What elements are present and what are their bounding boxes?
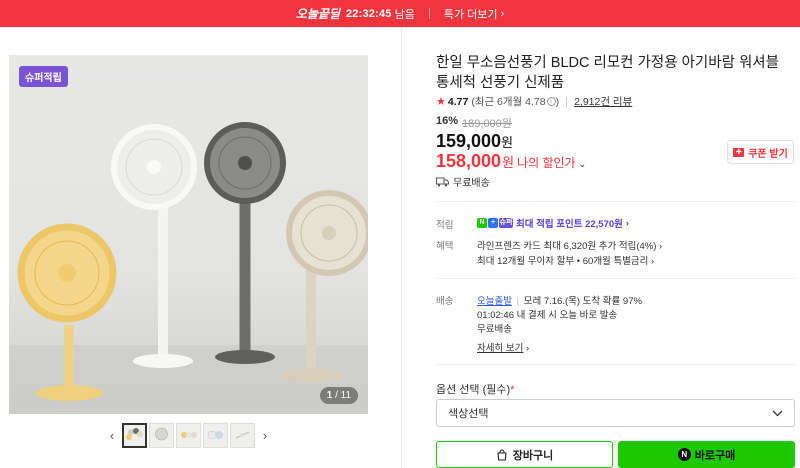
my-price-unit: 원 — [502, 155, 515, 170]
fan-thumbnail-icon — [207, 430, 223, 440]
rating-recent: (최근 6개월 4.78 — [471, 96, 546, 108]
sale-price-unit: 원 — [501, 135, 514, 150]
image-counter-current: 1 — [326, 390, 333, 401]
info-icon[interactable]: i — [546, 97, 556, 106]
badge-super: 슈퍼 — [499, 218, 513, 228]
benefit-installment-text: 최대 12개월 무이자 할부 • 60개월 특별금리 — [477, 256, 649, 267]
section-divider — [436, 201, 796, 202]
chevron-right-icon: › — [525, 343, 530, 354]
my-price-value: 158,000 — [436, 151, 502, 171]
badge-n: N — [477, 218, 487, 228]
my-discount-price[interactable]: 158,000 원 나의 할인가 ⌄ — [436, 151, 586, 172]
product-image-main[interactable]: 슈퍼적립 1 / 11 — [9, 55, 368, 414]
naver-n-icon: N — [677, 448, 691, 461]
delivery-eta: 오늘출발 | 모레 7.16.(목) 도착 확률 97% — [477, 293, 642, 307]
deal-more-label: 특가 더보기 — [443, 8, 498, 21]
color-select-value: 색상선택 — [448, 408, 489, 420]
rating-score: 4.77 — [447, 95, 469, 108]
chevron-right-icon[interactable]: › — [257, 423, 273, 448]
deal-timer: 22:32:45 — [345, 7, 392, 20]
points-link[interactable]: N + 슈퍼 최대 적립 포인트 22,570원 › — [477, 216, 629, 230]
super-points-badge: 슈퍼적립 — [19, 66, 68, 87]
product-photo-fans — [9, 122, 368, 414]
coupon-button[interactable]: ✚ 쿠폰 받기 — [727, 140, 794, 164]
discount-rate: 16% — [436, 115, 459, 127]
today-ship-link[interactable]: 오늘출발 — [477, 296, 512, 307]
cart-label: 장바구니 — [512, 449, 554, 462]
benefit-label: 혜택 — [436, 241, 454, 252]
delivery-label: 배송 — [436, 296, 454, 307]
chevron-down-icon: ⌄ — [578, 159, 587, 169]
shipping-text: 무료배송 — [453, 178, 490, 189]
rating-divider — [566, 96, 568, 107]
deal-timer-suffix: 남음 — [394, 8, 415, 21]
product-title: 한일 무소음선풍기 BLDC 리모컨 가정용 아기바람 워셔블 통세척 선풍기 … — [436, 55, 779, 91]
rating-recent-close: ) — [555, 95, 560, 108]
sale-price: 159,000원 — [436, 131, 513, 152]
fan-thumbnail-icon — [235, 431, 250, 439]
fan-thumbnail-icon — [126, 428, 143, 440]
rating-summary: ★ 4.77 (최근 6개월 4.78 i ) 2,912건 리뷰 — [436, 94, 632, 109]
delivery-details-link[interactable]: 자세히 보기 › — [477, 340, 529, 354]
section-divider — [436, 278, 796, 279]
deal-brand: 오늘끝딜 — [295, 7, 340, 21]
thumbnail-strip: ‹ › — [104, 423, 273, 448]
badge-plus: + — [488, 218, 498, 228]
thumbnail-2[interactable] — [149, 423, 174, 448]
shipping-info: 무료배송 — [436, 174, 490, 189]
delivery-free: 무료배송 — [477, 324, 512, 335]
section-divider — [436, 364, 796, 365]
chevron-right-icon: › — [625, 217, 630, 229]
deal-more-link[interactable]: 특가 더보기 › — [444, 6, 504, 22]
chevron-right-icon: › — [651, 256, 655, 267]
color-select[interactable]: 색상선택 — [436, 399, 795, 427]
delivery-details-text: 자세히 보기 — [477, 343, 524, 354]
truck-icon — [436, 177, 449, 186]
coupon-icon: ✚ — [733, 147, 745, 157]
image-counter-total: / 11 — [335, 390, 351, 401]
thumbnail-5[interactable] — [230, 423, 255, 448]
naver-plus-badge: N + 슈퍼 — [477, 218, 513, 228]
deal-banner: 오늘끝딜 22:32:45 남음 특가 더보기 › — [0, 0, 800, 27]
fan-thumbnail-icon — [181, 432, 197, 438]
chevron-right-icon: › — [500, 7, 505, 20]
delivery-divider: | — [516, 296, 520, 307]
benefit-card-link[interactable]: 라인프렌즈 카드 최대 6,320원 추가 적립(4%) › — [477, 238, 662, 252]
delivery-eta-text: 모레 7.16.(목) 도착 확률 97% — [523, 296, 642, 307]
buy-now-button[interactable]: N 바로구매 — [618, 441, 795, 468]
discount-row: 16% 189,000원 — [436, 115, 512, 131]
image-counter: 1 / 11 — [319, 387, 358, 404]
banner-divider — [428, 8, 430, 19]
shopping-bag-icon — [497, 448, 507, 461]
option-label: 옵션 선택 (필수)* — [436, 381, 514, 397]
original-price: 189,000원 — [462, 118, 512, 130]
benefit-installment-link[interactable]: 최대 12개월 무이자 할부 • 60개월 특별금리 › — [477, 253, 654, 267]
my-price-label: 나의 할인가 — [517, 156, 576, 170]
delivery-cutoff: 01:02:46 내 결제 시 오늘 바로 발송 — [477, 310, 618, 321]
star-icon: ★ — [436, 96, 446, 108]
sale-price-value: 159,000 — [436, 131, 502, 151]
points-text: 최대 적립 포인트 22,570원 — [516, 219, 623, 230]
option-label-text: 옵션 선택 (필수) — [436, 384, 511, 396]
review-count-link[interactable]: 2,912건 리뷰 — [574, 94, 632, 109]
chevron-left-icon[interactable]: ‹ — [104, 423, 120, 448]
fan-thumbnail-icon — [155, 427, 168, 441]
benefit-card-text: 라인프렌즈 카드 최대 6,320원 추가 적립(4%) — [477, 241, 657, 252]
thumbnail-4[interactable] — [203, 423, 228, 448]
chevron-down-icon — [772, 410, 783, 416]
thumbnail-3[interactable] — [176, 423, 201, 448]
required-mark: * — [510, 384, 515, 396]
buy-label: 바로구매 — [694, 449, 736, 462]
coupon-label: 쿠폰 받기 — [748, 148, 788, 160]
chevron-right-icon: › — [659, 241, 663, 252]
points-label: 적립 — [436, 220, 454, 231]
add-to-cart-button[interactable]: 장바구니 — [436, 441, 613, 468]
column-divider — [401, 27, 402, 468]
thumbnail-1[interactable] — [122, 423, 147, 448]
